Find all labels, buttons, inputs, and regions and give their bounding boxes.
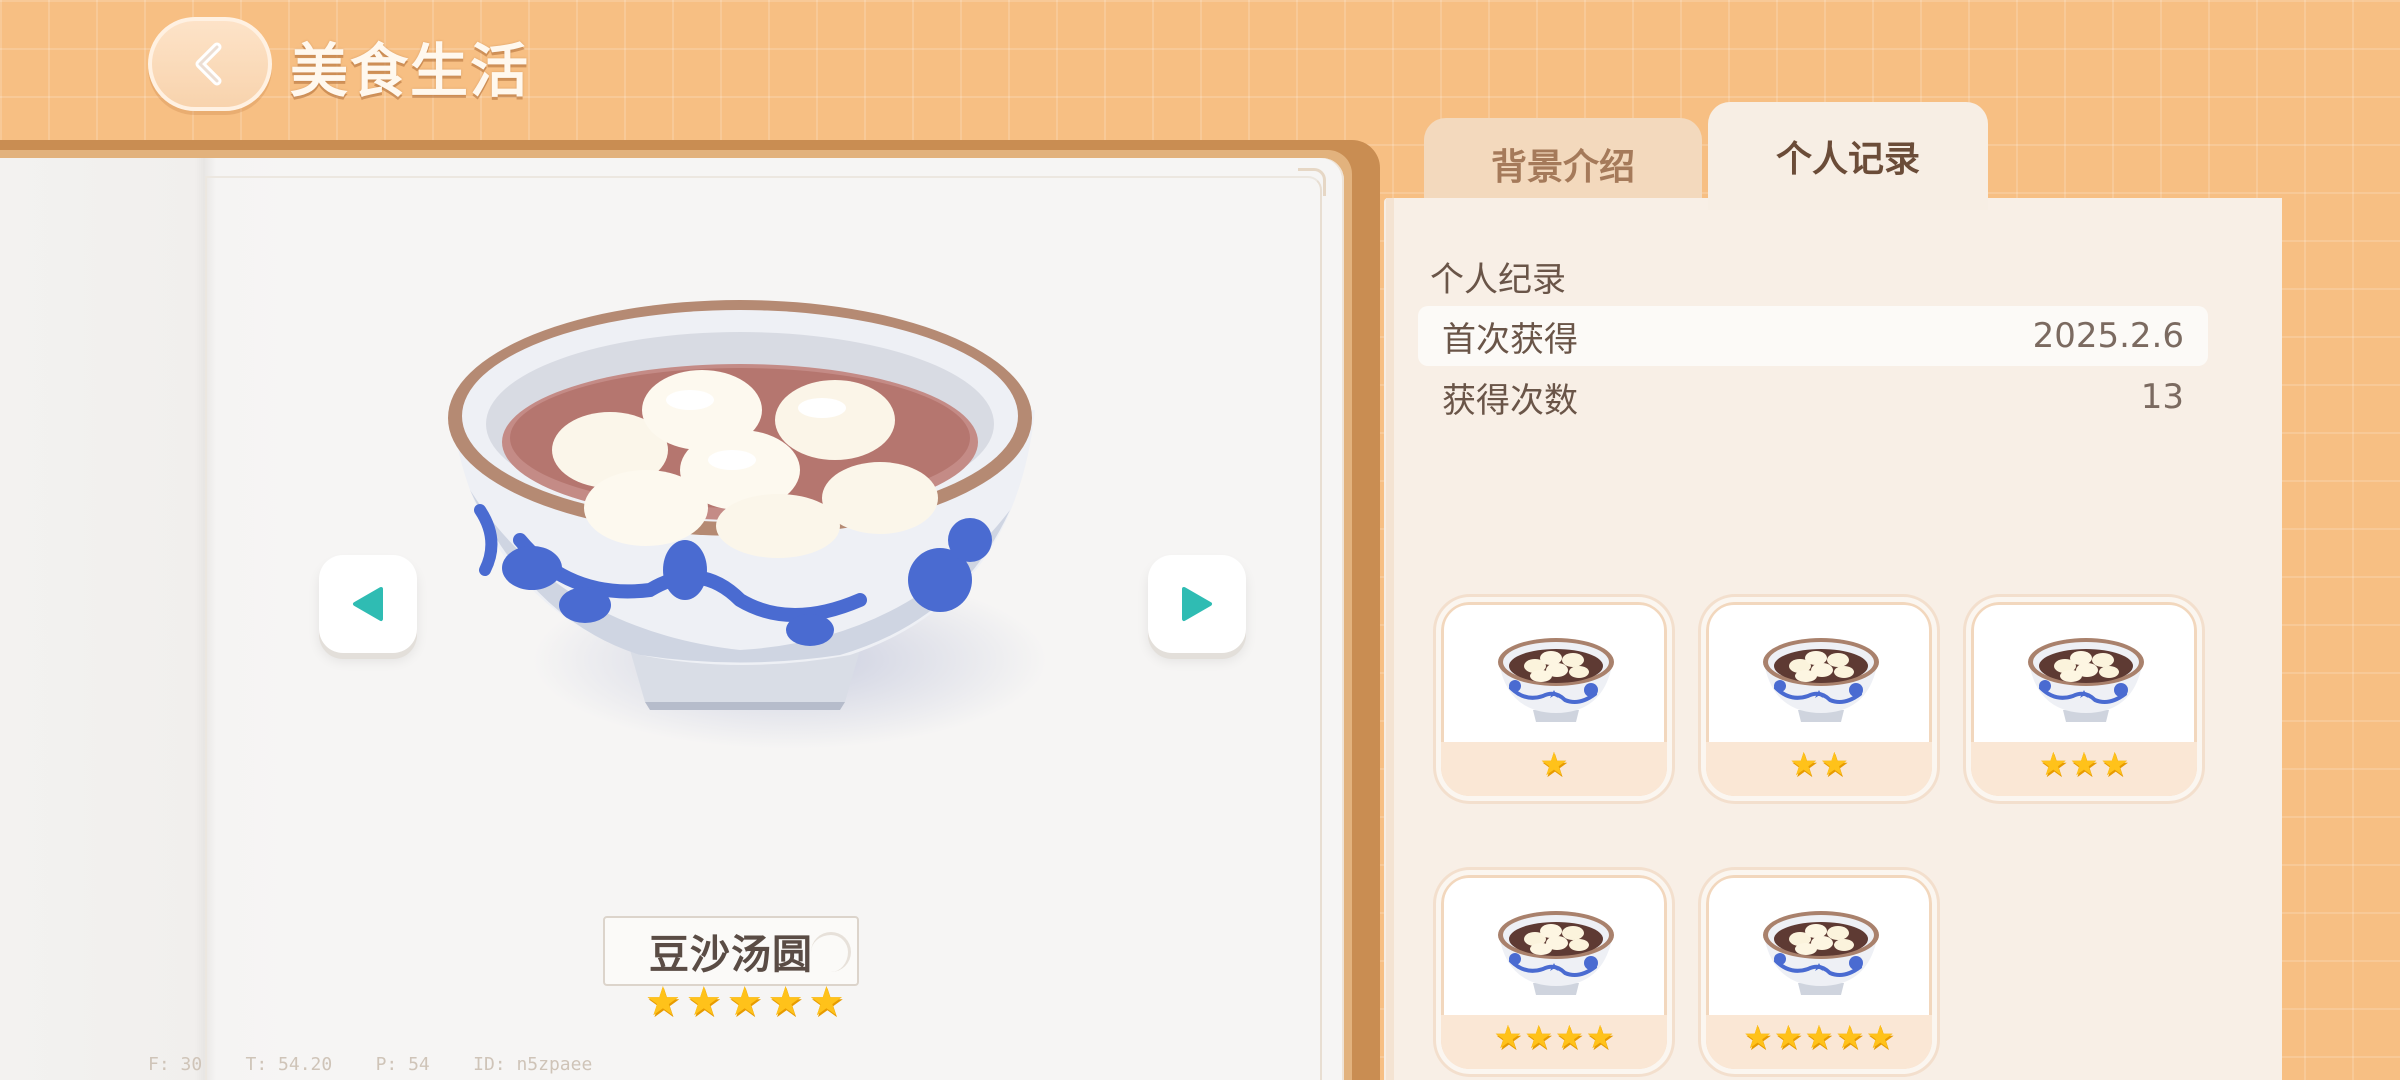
tangyuan-bowl-icon: [2028, 638, 2144, 722]
variant-card-2star[interactable]: ★ ★: [1701, 597, 1937, 801]
star-icon: ★: [1866, 1018, 1895, 1056]
dish-rating: ★ ★ ★ ★ ★: [645, 982, 844, 1022]
star-icon: ★: [1539, 745, 1569, 783]
tangyuan-bowl-icon: [448, 300, 1035, 710]
star-icon: ★: [2038, 745, 2068, 783]
record-value: 13: [2140, 377, 2184, 417]
star-icon: ★: [1585, 1018, 1615, 1056]
star-icon: ★: [1524, 1018, 1553, 1056]
back-button[interactable]: [148, 17, 272, 111]
tab-background[interactable]: 背景介绍: [1424, 118, 1702, 210]
section-title: 个人纪录: [1430, 260, 1566, 300]
star-icon: ★: [1804, 1018, 1834, 1056]
star-icon: ★: [2100, 745, 2130, 783]
star-icon: ★: [1835, 1018, 1865, 1056]
record-row-times-obtained: 获得次数 13: [1418, 367, 2208, 427]
variant-rating: ★ ★ ★ ★ ★: [1706, 1021, 1932, 1053]
next-dish-button[interactable]: [1148, 555, 1246, 653]
variant-card-1star[interactable]: ★: [1436, 597, 1672, 801]
star-icon: ★: [1493, 1018, 1523, 1056]
dish-image: [440, 270, 1060, 770]
star-icon: ★: [808, 979, 845, 1025]
previous-dish-button[interactable]: [319, 555, 417, 653]
star-icon: ★: [1773, 1018, 1803, 1056]
variant-card-4star[interactable]: ★ ★ ★ ★: [1436, 870, 1672, 1074]
tangyuan-bowl-icon: [1763, 911, 1879, 995]
variant-rating: ★ ★ ★: [1971, 748, 2197, 780]
record-row-first-obtained: 首次获得 2025.2.6: [1418, 306, 2208, 366]
star-icon: ★: [1743, 1018, 1772, 1056]
star-icon: ★: [1555, 1018, 1584, 1056]
chevron-left-icon: [195, 42, 222, 86]
triangle-right-icon: [1182, 587, 1212, 621]
star-icon: ★: [726, 979, 763, 1025]
record-label: 获得次数: [1442, 380, 1578, 421]
variant-card-5star[interactable]: ★ ★ ★ ★ ★: [1701, 870, 1937, 1074]
record-value: 2025.2.6: [2032, 316, 2184, 356]
triangle-left-icon: [353, 587, 383, 621]
flourish-icon: [811, 932, 851, 972]
tab-personal-record[interactable]: 个人记录: [1708, 102, 1988, 210]
star-icon: ★: [685, 979, 722, 1025]
star-icon: ★: [1820, 745, 1849, 783]
variant-rating: ★ ★ ★ ★: [1441, 1021, 1667, 1053]
dish-name-label: 豆沙汤圆: [603, 916, 859, 986]
tangyuan-bowl-icon: [1498, 911, 1614, 995]
record-label: 首次获得: [1442, 319, 1578, 360]
page-title: 美食生活: [290, 37, 531, 105]
dish-name: 豆沙汤圆: [649, 932, 813, 978]
corner-ornament-icon: [1298, 168, 1326, 196]
star-icon: ★: [645, 979, 681, 1025]
tangyuan-bowl-icon: [1498, 638, 1614, 722]
variant-card-3star[interactable]: ★ ★ ★: [1966, 597, 2202, 801]
debug-overlay: F: 30 T: 54.20 P: 54 ID: n5zpaee: [148, 1054, 593, 1075]
variant-rating: ★: [1441, 748, 1667, 780]
star-icon: ★: [2069, 745, 2099, 783]
variant-grid: ★ ★ ★ ★ ★ ★ ★ ★ ★ ★ ★ ★ ★ ★ ★: [1424, 585, 2204, 1080]
star-icon: ★: [1789, 745, 1818, 783]
star-icon: ★: [767, 979, 804, 1025]
tangyuan-bowl-icon: [1763, 638, 1879, 722]
variant-rating: ★ ★: [1706, 748, 1932, 780]
